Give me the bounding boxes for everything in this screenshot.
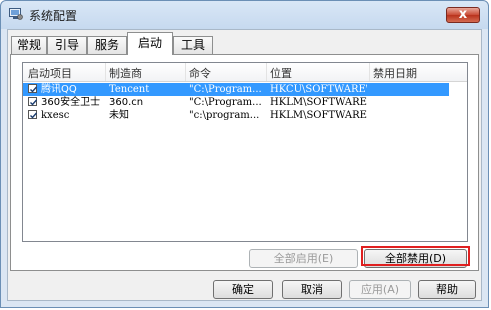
startup-row[interactable]: 360安全卫士 360.cn "C:\Program... HKLM\SOFTW… (23, 96, 449, 109)
column-divider[interactable] (369, 63, 370, 81)
startup-row[interactable]: kxesc 未知 "c:\program... HKLM\SOFTWARE\W.… (23, 109, 449, 122)
checkmark-icon (30, 86, 38, 93)
enable-checkbox[interactable] (28, 84, 38, 93)
column-header-disabled-date[interactable]: 禁用日期 (373, 65, 417, 81)
tab-startup-label: 启动 (137, 36, 162, 50)
window-title: 系统配置 (29, 9, 78, 23)
tab-tools[interactable]: 工具 (173, 36, 213, 54)
tab-general[interactable]: 常规 (11, 36, 47, 54)
close-icon: x (458, 7, 468, 22)
tab-general-label: 常规 (16, 38, 41, 52)
checkmark-icon (30, 112, 38, 119)
tab-tools-label: 工具 (180, 38, 205, 52)
apply-button[interactable]: 应用(A) (349, 280, 411, 299)
help-button[interactable]: 帮助 (418, 280, 476, 299)
tab-boot-label: 引导 (54, 38, 79, 52)
startup-item-maker: Tencent (109, 84, 150, 95)
tab-startup[interactable]: 启动 (127, 32, 173, 55)
startup-item-name: 360安全卫士 (41, 97, 101, 108)
startup-item-command: "c:\program... (189, 110, 260, 121)
startup-item-command: "C:\Program... (189, 97, 262, 108)
msconfig-icon (9, 8, 23, 20)
column-divider[interactable] (266, 63, 267, 81)
startup-panel: 启动项目 制造商 命令 位置 禁用日期 腾讯QQ Tencent "C:\Pro… (10, 54, 479, 271)
startup-item-location: HKLM\SOFTWARE\W... (270, 97, 367, 108)
column-divider[interactable] (105, 63, 106, 81)
cancel-button[interactable]: 取消 (282, 280, 342, 299)
checkmark-icon (30, 99, 38, 106)
startup-item-name: kxesc (41, 110, 70, 121)
column-header-maker[interactable]: 制造商 (109, 65, 142, 81)
startup-item-command: "C:\Program... (189, 84, 262, 95)
startup-list[interactable]: 启动项目 制造商 命令 位置 禁用日期 腾讯QQ Tencent "C:\Pro… (22, 62, 468, 242)
close-button[interactable]: x (446, 7, 480, 23)
column-header-location[interactable]: 位置 (270, 65, 292, 81)
startup-item-maker: 未知 (109, 110, 129, 121)
title-bar[interactable]: 系统配置 x (1, 1, 488, 27)
tab-services-label: 服务 (94, 38, 119, 52)
startup-row[interactable]: 腾讯QQ Tencent "C:\Program... HKCU\SOFTWAR… (23, 83, 449, 96)
startup-item-location: HKLM\SOFTWARE\W... (270, 110, 367, 121)
column-divider[interactable] (185, 63, 186, 81)
enable-checkbox[interactable] (28, 110, 38, 119)
enable-all-button[interactable]: 全部启用(E) (249, 249, 358, 268)
annotation-highlight-box (361, 246, 470, 266)
list-header: 启动项目 制造商 命令 位置 禁用日期 (23, 63, 467, 82)
tab-boot[interactable]: 引导 (47, 36, 87, 54)
ok-button[interactable]: 确定 (213, 280, 273, 299)
column-header-command[interactable]: 命令 (189, 65, 211, 81)
column-header-item[interactable]: 启动项目 (28, 65, 72, 81)
startup-item-location: HKCU\SOFTWARE\M... (270, 84, 367, 95)
tab-services[interactable]: 服务 (87, 36, 127, 54)
startup-item-name: 腾讯QQ (41, 84, 77, 95)
enable-checkbox[interactable] (28, 97, 38, 106)
startup-item-maker: 360.cn (109, 97, 144, 108)
